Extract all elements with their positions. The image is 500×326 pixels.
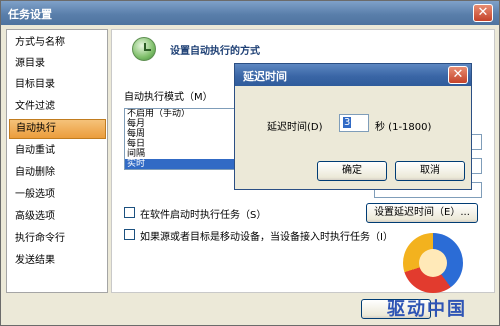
clock-icon	[132, 37, 156, 61]
sidebar-item-send-result[interactable]: 发送结果	[9, 251, 106, 271]
sidebar-item-target-dir[interactable]: 目标目录	[9, 75, 106, 95]
dialog-title: 延迟时间	[243, 70, 287, 83]
mode-listbox[interactable]: 不启用（手动） 每月 每周 每日 间隔 实时	[124, 108, 244, 170]
sidebar-item-run-command[interactable]: 执行命令行	[9, 229, 106, 249]
sidebar-item-source-dir[interactable]: 源目录	[9, 54, 106, 74]
delay-value: 3	[343, 117, 352, 128]
mode-label: 自动执行模式（M）	[124, 92, 213, 103]
delay-unit: 秒 (1-1800)	[375, 122, 432, 133]
sidebar-item-auto-run[interactable]: 自动执行	[9, 119, 106, 139]
delay-input[interactable]: 3	[339, 114, 369, 132]
sidebar-item-file-filter[interactable]: 文件过滤	[9, 97, 106, 117]
list-item[interactable]: 每月	[125, 119, 243, 129]
list-item[interactable]: 不启用（手动）	[125, 109, 243, 119]
checkbox-box[interactable]	[124, 207, 135, 218]
list-item[interactable]: 间隔	[125, 149, 243, 159]
window-title: 任务设置	[8, 8, 52, 21]
checkbox-box[interactable]	[124, 229, 135, 240]
cancel-button[interactable]: 取消	[395, 161, 465, 181]
list-item-selected[interactable]: 实时	[125, 159, 243, 169]
delay-label: 延迟时间(D)	[267, 122, 323, 133]
sidebar-item-auto-delete[interactable]: 自动删除	[9, 163, 106, 183]
list-item[interactable]: 每周	[125, 129, 243, 139]
sidebar: 方式与名称 源目录 目标目录 文件过滤 自动执行 自动重试 自动删除 一般选项 …	[6, 29, 108, 293]
sidebar-item-method-name[interactable]: 方式与名称	[9, 33, 106, 53]
dialog-close-icon[interactable]: ✕	[448, 66, 468, 84]
close-icon[interactable]: ✕	[473, 4, 493, 22]
sidebar-item-auto-retry[interactable]: 自动重试	[9, 141, 106, 161]
dialog-title-bar[interactable]: 延迟时间 ✕	[235, 64, 471, 86]
delay-time-dialog: 延迟时间 ✕ 延迟时间(D) 3 秒 (1-1800) 确定 取消	[234, 63, 472, 190]
title-bar[interactable]: 任务设置 ✕	[1, 1, 499, 25]
startup-checkbox-label: 在软件启动时执行任务（S）	[140, 210, 267, 221]
sidebar-item-general-options[interactable]: 一般选项	[9, 185, 106, 205]
set-delay-button[interactable]: 设置延迟时间（E）...	[366, 203, 478, 223]
section-title: 设置自动执行的方式	[170, 46, 260, 57]
sidebar-item-advanced-options[interactable]: 高级选项	[9, 207, 106, 227]
mobile-device-checkbox-label: 如果源或者目标是移动设备，当设备接入时执行任务（I）	[140, 232, 393, 243]
ok-button[interactable]: 确定	[317, 161, 387, 181]
list-item[interactable]: 每日	[125, 139, 243, 149]
brand-logo	[403, 233, 463, 293]
watermark: 驱动中国	[387, 299, 467, 320]
